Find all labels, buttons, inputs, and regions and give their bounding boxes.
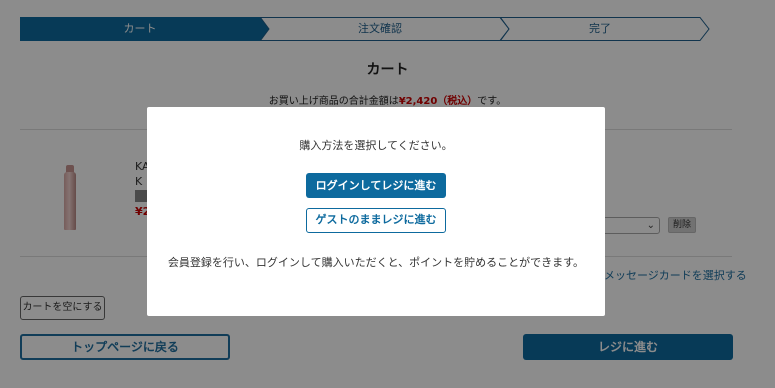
cart-page: カート 注文確認 完了 カート お買い上げ商品の合計金額は¥2,420（税込）で… [0,0,775,388]
modal-prompt: 購入方法を選択してください。 [299,139,453,152]
guest-checkout-button[interactable]: ゲストのままレジに進む [306,208,446,233]
purchase-method-modal: 購入方法を選択してください。 ログインしてレジに進む ゲストのままレジに進む 会… [147,107,605,316]
membership-note: 会員登録を行い、ログインして購入いただくと、ポイントを貯めることができます。 [167,256,585,269]
login-checkout-button[interactable]: ログインしてレジに進む [306,173,446,198]
